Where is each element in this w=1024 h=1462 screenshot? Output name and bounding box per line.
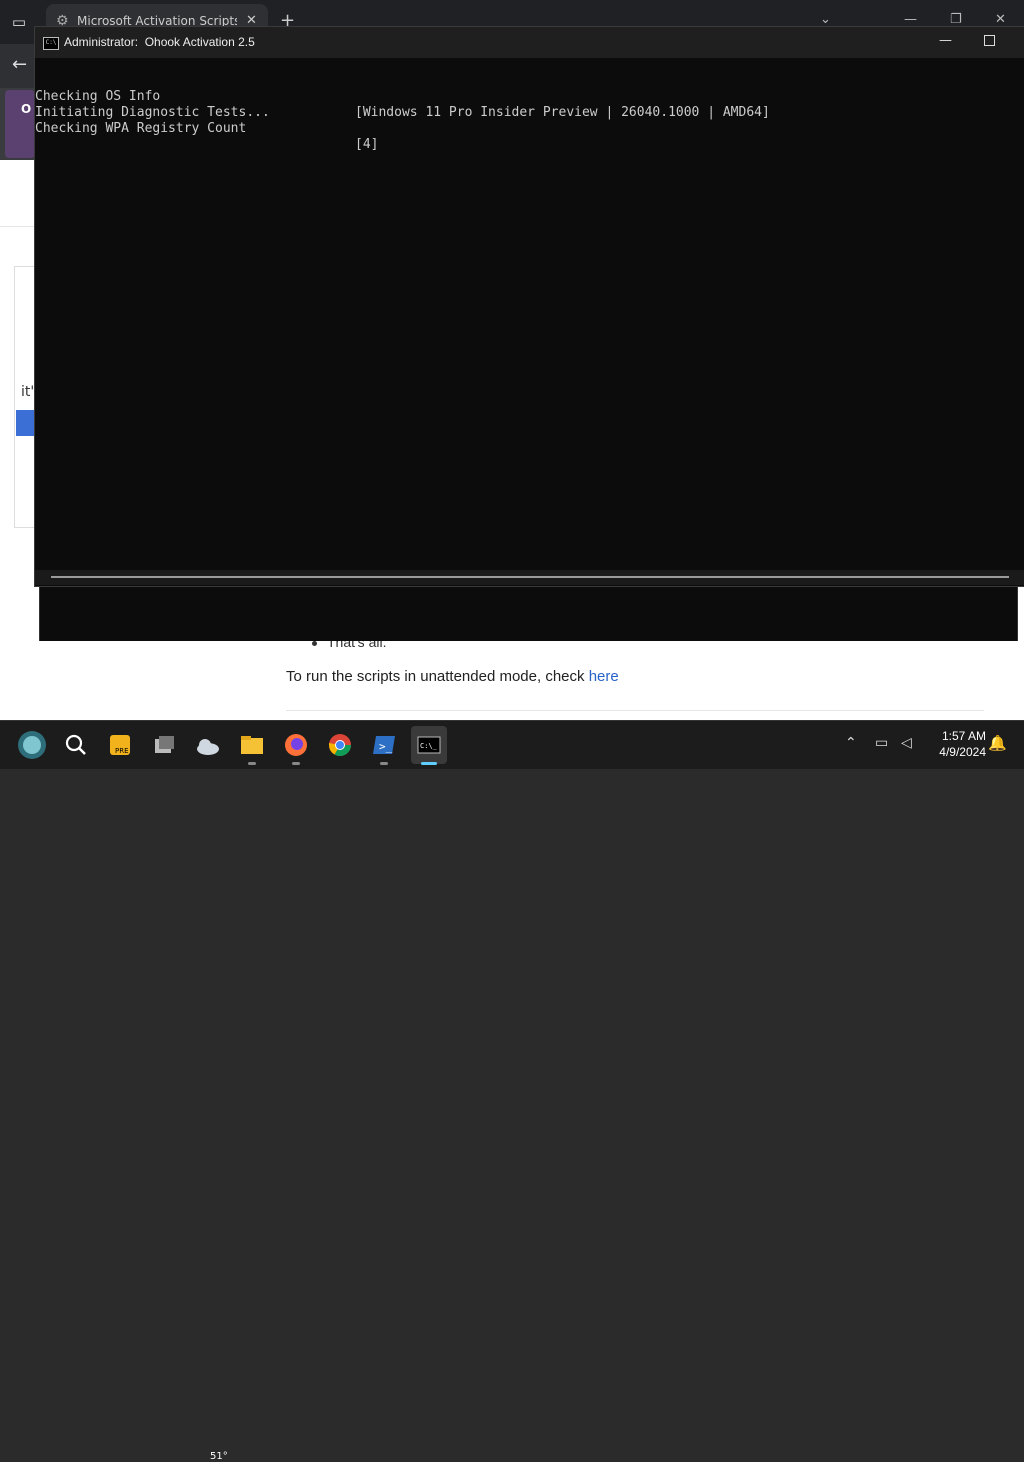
side-tab[interactable]: O [5, 90, 35, 158]
console-line-label: Checking WPA Registry Count [35, 121, 247, 136]
back-arrow-icon[interactable]: ← [12, 54, 27, 75]
unattended-text: To run the scripts in unattended mode, c… [286, 668, 589, 685]
task-view-icon[interactable] [148, 729, 180, 761]
console-title: Administrator: Ohook Activation 2.5 [64, 35, 255, 49]
console-line: Checking OS Info [Windows 11 Pro Insider… [35, 73, 1024, 120]
running-indicator [248, 762, 256, 765]
console-line: Checking WPA Registry Count [4] [35, 105, 1024, 152]
minimize-icon[interactable]: — [939, 33, 952, 48]
active-indicator [421, 762, 437, 765]
clock-time[interactable]: 1:57 AM [926, 729, 986, 743]
network-icon[interactable]: ▭ [875, 735, 888, 751]
weather-temp: 51° [210, 1451, 228, 1462]
close-icon[interactable]: ✕ [995, 12, 1006, 27]
clock-date[interactable]: 4/9/2024 [926, 745, 986, 759]
pre-app-icon[interactable]: PRE [104, 729, 136, 761]
unattended-link[interactable]: here [589, 668, 619, 685]
bullet-icon [312, 640, 317, 646]
running-indicator [292, 762, 300, 765]
console-icon: C:\ [43, 37, 59, 50]
svg-text:PRE: PRE [115, 747, 129, 755]
chrome-icon[interactable] [324, 729, 356, 761]
console-title-bar[interactable]: C:\ Administrator: Ohook Activation 2.5 … [35, 27, 1024, 58]
console-window[interactable]: C:\ Administrator: Ohook Activation 2.5 … [34, 26, 1024, 587]
side-tab-label: O [21, 102, 32, 116]
console-line: Initiating Diagnostic Tests... [35, 89, 1024, 120]
chevron-up-icon[interactable]: ⌃ [845, 735, 857, 751]
start-icon[interactable] [16, 729, 48, 761]
firefox-icon[interactable] [280, 729, 312, 765]
console-output: Checking OS Info [Windows 11 Pro Insider… [35, 73, 1024, 152]
volume-muted-icon[interactable]: ◁ [901, 735, 912, 751]
chevron-down-icon[interactable]: ⌄ [820, 12, 831, 27]
console-line-value: [4] [355, 137, 379, 152]
divider [286, 710, 984, 711]
notification-bell-icon[interactable]: 🔔 [988, 734, 1007, 752]
running-indicator [380, 762, 388, 765]
unattended-paragraph: To run the scripts in unattended mode, c… [286, 668, 619, 685]
page-snippet: it' [21, 384, 35, 400]
minimize-icon[interactable]: — [904, 12, 917, 27]
scrollbar-thumb[interactable] [51, 576, 1009, 578]
console-overflow-pane [39, 585, 1018, 641]
svg-text:>_: >_ [379, 740, 393, 753]
horizontal-scrollbar[interactable] [35, 570, 1024, 585]
powershell-icon[interactable]: >_ [368, 729, 400, 765]
highlight-bar [16, 410, 36, 436]
terminal-icon[interactable]: C:\_ [413, 729, 445, 765]
svg-text:C:\_: C:\_ [420, 742, 438, 750]
file-explorer-icon[interactable] [236, 729, 268, 765]
maximize-icon[interactable] [984, 35, 995, 46]
restore-icon[interactable]: ❐ [950, 12, 962, 27]
weather-icon[interactable] [192, 729, 224, 761]
taskbar: PRE 51° >_ C:\_ [0, 720, 1024, 1462]
search-icon[interactable] [60, 729, 92, 761]
tab-list-icon[interactable]: ▭ [8, 12, 30, 32]
